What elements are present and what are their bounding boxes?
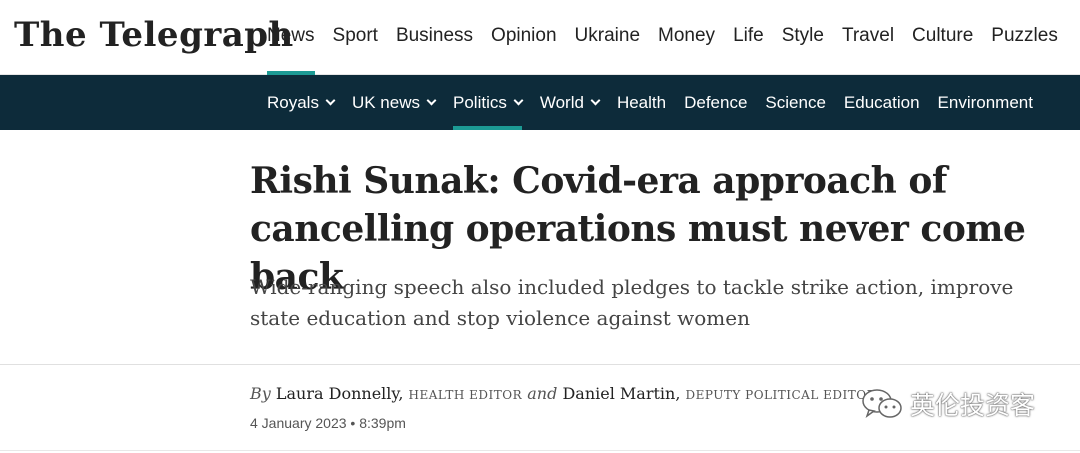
nav-item-business[interactable]: Business [387,0,482,75]
chevron-down-icon [325,95,336,105]
byline: By Laura Donnelly, HEALTH EDITOR and Dan… [250,384,876,403]
masthead: The Telegraph News Sport Business Opinio… [0,0,1080,75]
nav-item-money[interactable]: Money [649,0,724,75]
author-link-1[interactable]: Laura Donnelly, [276,384,404,403]
nav-item-sport[interactable]: Sport [324,0,387,75]
byline-and: and [527,384,558,403]
nav-item-news[interactable]: News [258,0,324,75]
main-nav: News Sport Business Opinion Ukraine Mone… [258,0,1067,75]
nav-item-life[interactable]: Life [724,0,773,75]
watermark-text: 英伦投资客 [910,391,1036,420]
subnav-item-royals[interactable]: Royals [258,75,343,130]
chevron-down-icon [590,95,601,105]
subnav-label: Royals [267,93,319,112]
divider [0,450,1080,451]
nav-item-culture[interactable]: Culture [903,0,982,75]
subnav-label: Politics [453,93,507,112]
subnav-label: UK news [351,93,420,112]
divider [0,364,1080,365]
chevron-down-icon [426,95,437,105]
nav-item-opinion[interactable]: Opinion [482,0,566,75]
byline-by: By [250,384,271,403]
subnav-item-uk-news[interactable]: UK news [343,75,444,130]
publish-date: 4 January 2023 • 8:39pm [250,415,406,431]
article-standfirst: Wide-ranging speech also included pledge… [250,275,1014,330]
author-role-2: DEPUTY POLITICAL EDITOR [685,388,877,402]
nav-item-puzzles[interactable]: Puzzles [982,0,1067,75]
wechat-icon [862,389,902,418]
nav-item-travel[interactable]: Travel [833,0,903,75]
author-link-2[interactable]: Daniel Martin, [562,384,680,403]
chevron-down-icon [513,95,524,105]
author-role-1: HEALTH EDITOR [408,388,523,402]
telegraph-logo[interactable]: The Telegraph [14,12,294,58]
subnav-item-politics[interactable]: Politics [444,75,531,130]
subnav-item-environment[interactable]: Environment [929,75,1042,130]
nav-item-style[interactable]: Style [773,0,833,75]
subnav-item-education[interactable]: Education [835,75,929,130]
subnav-item-world[interactable]: World [531,75,608,130]
subnav-item-science[interactable]: Science [756,75,834,130]
section-nav: Royals UK news Politics World Health Def… [0,75,1080,130]
watermark: 英伦投资客 [860,386,1035,422]
nav-item-ukraine[interactable]: Ukraine [566,0,649,75]
subnav-item-defence[interactable]: Defence [675,75,756,130]
subnav-item-health[interactable]: Health [608,75,675,130]
subnav-label: World [539,93,584,112]
